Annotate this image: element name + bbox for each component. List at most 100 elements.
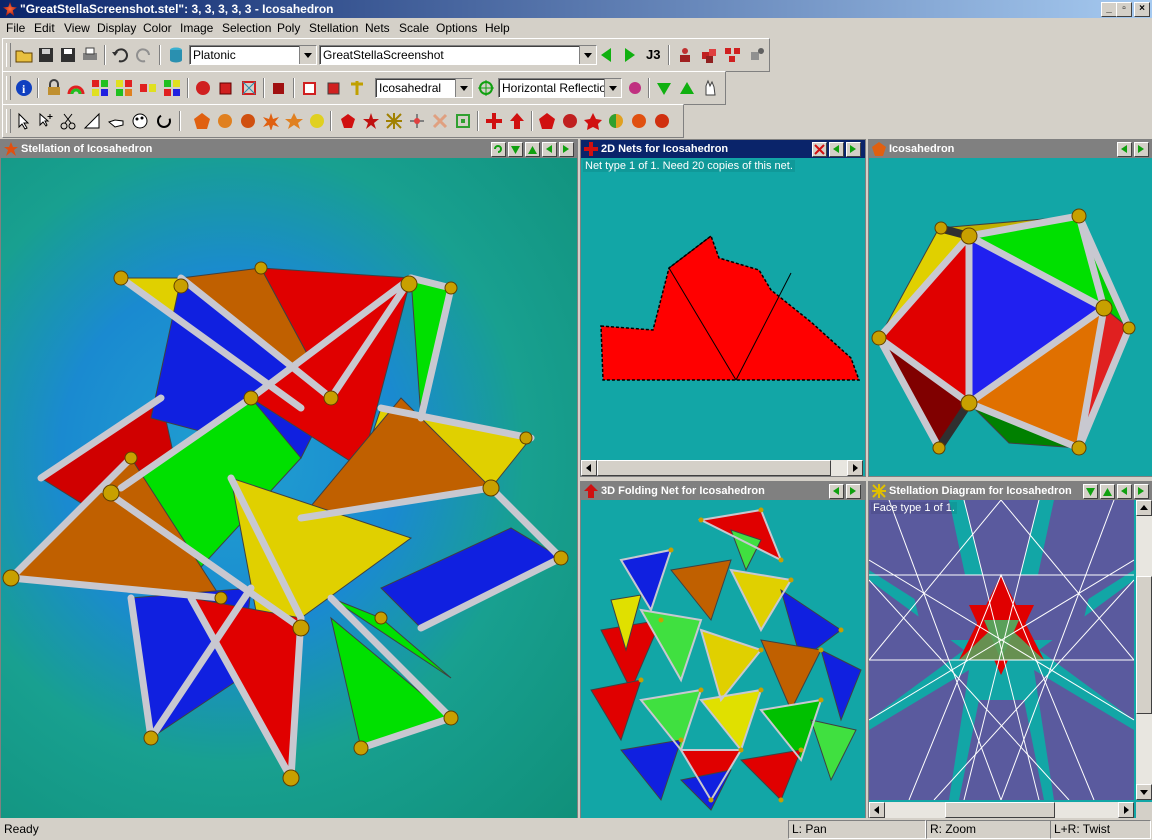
green-down-arrow-icon[interactable]	[655, 79, 673, 97]
fold-up-icon[interactable]	[508, 112, 526, 130]
spiky-icon[interactable]	[285, 112, 303, 130]
scroll-right-button[interactable]	[1118, 802, 1134, 818]
select-plus-icon[interactable]	[37, 112, 55, 130]
crosshair-icon[interactable]	[477, 79, 495, 97]
red-orange-ball-icon[interactable]	[653, 112, 671, 130]
rhombic-icon[interactable]	[239, 112, 257, 130]
toolbar-grip[interactable]	[6, 109, 11, 133]
next-button[interactable]	[846, 142, 861, 157]
minimize-button[interactable]: _	[1101, 2, 1117, 17]
cube-spread-icon[interactable]	[724, 46, 742, 64]
red-polyhedron-icon[interactable]	[538, 112, 556, 130]
measure-icon[interactable]	[83, 112, 101, 130]
person-icon[interactable]	[676, 46, 694, 64]
menu-help[interactable]: Help	[485, 21, 510, 35]
toolbar-grip[interactable]	[6, 43, 11, 67]
chevron-down-icon[interactable]	[299, 46, 316, 64]
lock-icon[interactable]	[45, 79, 63, 97]
menu-edit[interactable]: Edit	[34, 21, 55, 35]
menu-selection[interactable]: Selection	[222, 21, 271, 35]
save-icon[interactable]	[37, 46, 55, 64]
transparent-cube-icon[interactable]	[301, 79, 319, 97]
color-grid-icon[interactable]	[115, 79, 133, 97]
snub-ball-icon[interactable]	[626, 79, 644, 97]
color-grid-icon[interactable]	[91, 79, 109, 97]
nets2d-hscrollbar[interactable]	[581, 460, 863, 476]
category-combo[interactable]: Platonic	[189, 45, 317, 65]
palette-icon[interactable]	[131, 112, 149, 130]
orange-ball-icon[interactable]	[630, 112, 648, 130]
open-folder-icon[interactable]	[15, 46, 33, 64]
color-pair-icon[interactable]	[139, 79, 157, 97]
nets2d-close-button[interactable]	[812, 142, 827, 157]
nets2d-viewport[interactable]: Net type 1 of 1. Need 20 copies of this …	[581, 158, 865, 476]
scroll-right-button[interactable]	[847, 460, 863, 476]
cube-faces-icon[interactable]	[217, 79, 235, 97]
scissors-icon[interactable]	[59, 112, 77, 130]
select-arrow-icon[interactable]	[15, 112, 33, 130]
pointer-hand-icon[interactable]	[107, 112, 125, 130]
rotate-icon[interactable]	[155, 112, 173, 130]
arrow-left-icon[interactable]	[601, 48, 611, 62]
chevron-down-icon[interactable]	[604, 79, 621, 97]
johnson-j3-button[interactable]: J3	[646, 47, 660, 62]
color-grid-icon[interactable]	[163, 79, 181, 97]
next-button[interactable]	[1134, 142, 1149, 157]
star-pentagram-icon[interactable]	[362, 112, 380, 130]
scroll-thumb[interactable]	[597, 460, 831, 476]
symmetry-icon[interactable]	[348, 79, 366, 97]
next-button[interactable]	[559, 142, 574, 157]
dodecahedron-icon[interactable]	[193, 112, 211, 130]
scroll-up-button[interactable]	[1136, 500, 1152, 516]
scroll-thumb[interactable]	[1136, 576, 1152, 714]
diagram-hscrollbar[interactable]	[869, 802, 1134, 818]
green-up-arrow-icon[interactable]	[678, 79, 696, 97]
prev-button[interactable]	[1117, 142, 1132, 157]
ball-faces-icon[interactable]	[194, 79, 212, 97]
stellation-viewport[interactable]	[1, 158, 577, 818]
prev-button[interactable]	[542, 142, 557, 157]
cube-group-icon[interactable]	[700, 46, 718, 64]
red-star-poly-icon[interactable]	[584, 112, 602, 130]
scroll-left-button[interactable]	[581, 460, 597, 476]
network-icon[interactable]	[408, 112, 426, 130]
prev-button[interactable]	[1117, 484, 1132, 499]
chevron-down-icon[interactable]	[579, 46, 596, 64]
down-arrow-button[interactable]	[1083, 484, 1098, 499]
next-button[interactable]	[1134, 484, 1149, 499]
scroll-down-button[interactable]	[1136, 784, 1152, 800]
x-shape-icon[interactable]	[431, 112, 449, 130]
rainbow-icon[interactable]	[67, 79, 85, 97]
info-icon[interactable]: i	[15, 79, 33, 97]
pentagon-icon[interactable]	[339, 112, 357, 130]
star-burst-icon[interactable]	[262, 112, 280, 131]
save-as-icon[interactable]	[59, 46, 77, 64]
menu-file[interactable]: File	[6, 21, 25, 35]
frame-icon[interactable]	[454, 112, 472, 130]
folding3d-viewport[interactable]	[581, 500, 865, 818]
red-cross-icon[interactable]	[485, 112, 503, 130]
model-combo[interactable]: GreatStellaScreenshot	[319, 45, 597, 65]
diagram-viewport[interactable]: Face type 1 of 1.	[869, 500, 1152, 818]
scroll-thumb[interactable]	[945, 802, 1055, 818]
database-icon[interactable]	[167, 46, 185, 64]
lattice-icon[interactable]	[385, 112, 403, 130]
cube-edges-icon[interactable]	[325, 79, 343, 97]
solid-cube-icon[interactable]	[270, 79, 288, 97]
prev-button[interactable]	[829, 142, 844, 157]
icosahedron-viewport[interactable]	[869, 158, 1152, 476]
chevron-down-icon[interactable]	[455, 79, 472, 97]
reflection-combo[interactable]: Horizontal Reflection	[498, 78, 622, 98]
menu-color[interactable]: Color	[143, 21, 172, 35]
toolbar-grip[interactable]	[6, 76, 11, 100]
next-button[interactable]	[846, 484, 861, 499]
menu-view[interactable]: View	[64, 21, 90, 35]
undo-icon[interactable]	[111, 46, 129, 64]
multicolor-ball-icon[interactable]	[607, 112, 625, 130]
prev-button[interactable]	[829, 484, 844, 499]
arrow-right-icon[interactable]	[625, 48, 635, 62]
truncate-icon[interactable]	[216, 112, 234, 130]
maximize-button[interactable]: ▫	[1116, 2, 1132, 17]
rotate-view-button[interactable]	[491, 142, 506, 157]
up-arrow-button[interactable]	[1100, 484, 1115, 499]
